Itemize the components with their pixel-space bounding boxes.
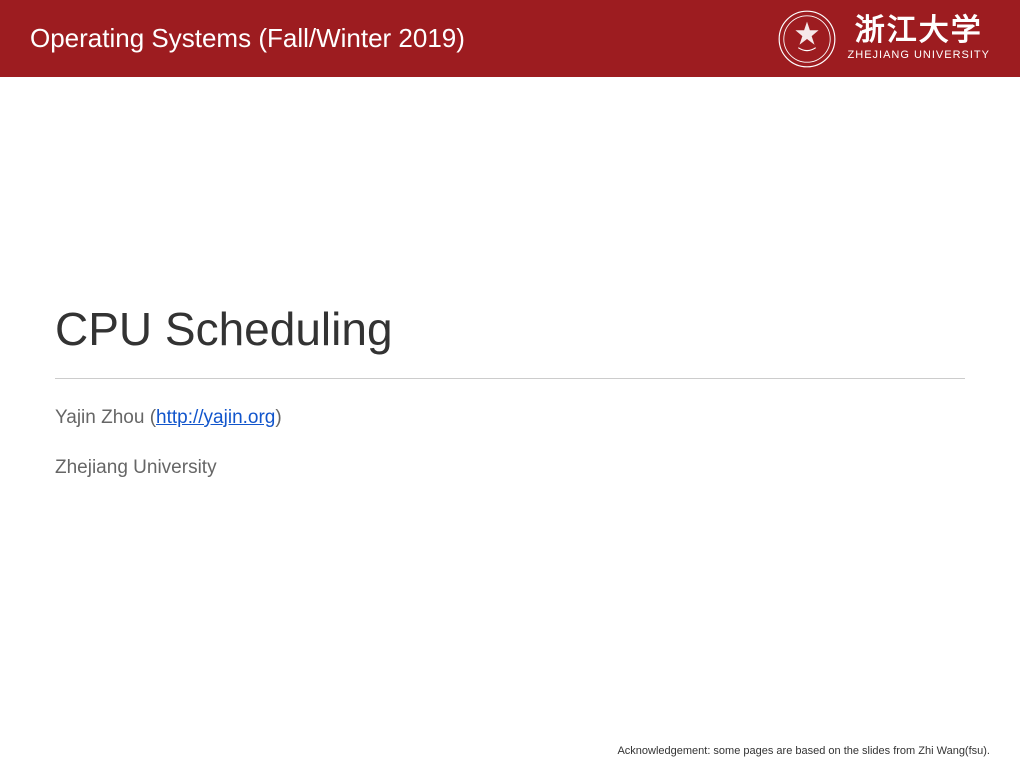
logo-english-name: ZHEJIANG UNIVERSITY bbox=[848, 49, 990, 61]
author-line: Yajin Zhou (http://yajin.org) bbox=[55, 407, 965, 429]
acknowledgement-footer: Acknowledgement: some pages are based on… bbox=[617, 745, 990, 757]
university-name: Zhejiang University bbox=[55, 457, 965, 479]
logo-chinese-name: 浙江大学 bbox=[855, 16, 983, 46]
slide-header: Operating Systems (Fall/Winter 2019) 浙江大… bbox=[0, 0, 1020, 77]
title-divider bbox=[55, 378, 965, 379]
university-logo: 浙江大学 ZHEJIANG UNIVERSITY bbox=[778, 10, 990, 68]
course-title: Operating Systems (Fall/Winter 2019) bbox=[30, 23, 465, 54]
author-name-suffix: ) bbox=[275, 407, 281, 428]
university-seal-icon bbox=[778, 10, 836, 68]
logo-text-block: 浙江大学 ZHEJIANG UNIVERSITY bbox=[848, 16, 990, 61]
author-name-prefix: Yajin Zhou ( bbox=[55, 407, 156, 428]
author-homepage-link[interactable]: http://yajin.org bbox=[156, 407, 275, 428]
slide-title: CPU Scheduling bbox=[55, 302, 965, 356]
slide-content: CPU Scheduling Yajin Zhou (http://yajin.… bbox=[0, 302, 1020, 479]
